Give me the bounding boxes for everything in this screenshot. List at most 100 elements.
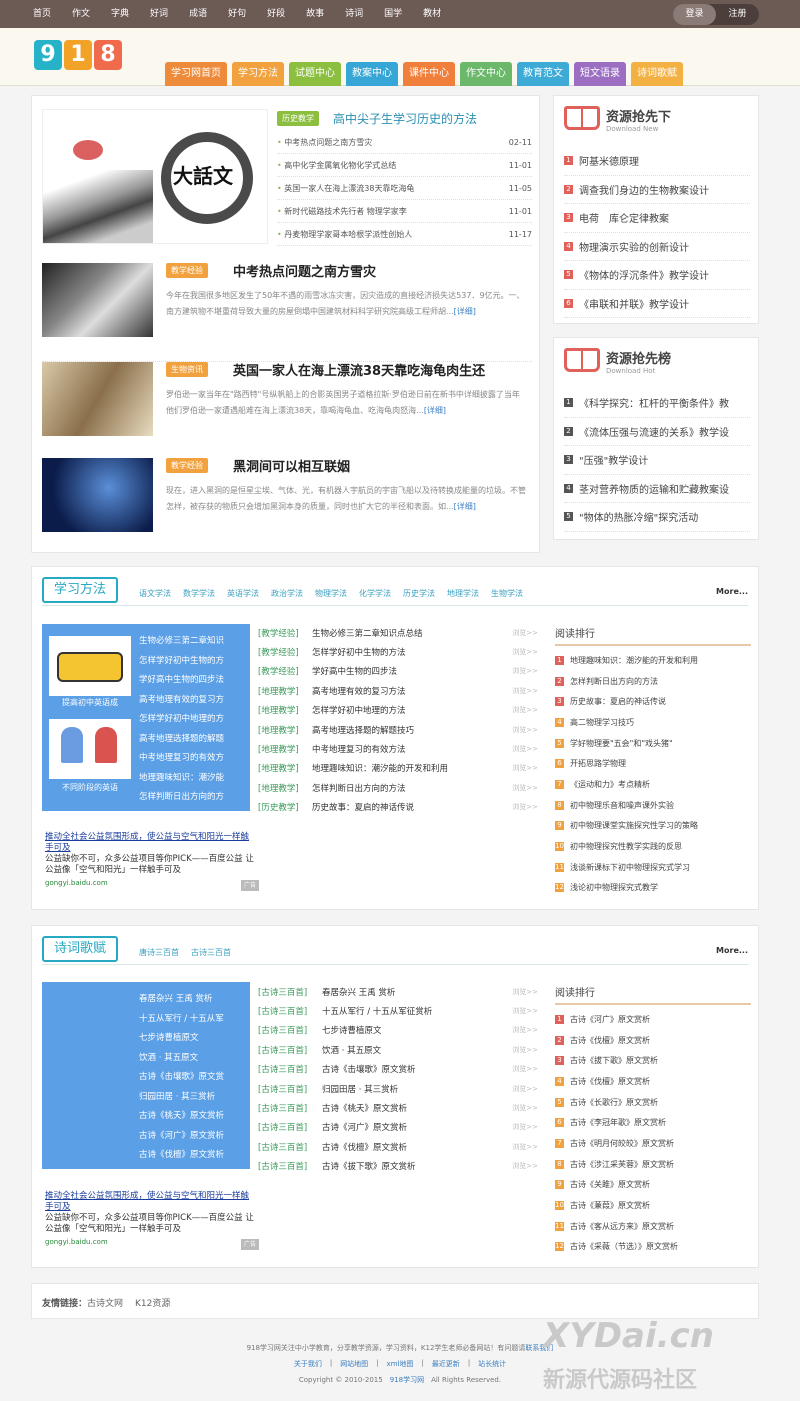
rank-item[interactable]: 4 古诗《伐檀》原文赏析 <box>555 1071 751 1092</box>
list-item[interactable]: 5 《物体的浮沉条件》教学设计 <box>564 261 750 290</box>
ad-url[interactable]: gongyi.baidu.com <box>45 878 255 889</box>
detail-link[interactable]: [详细] <box>424 406 446 415</box>
article-tag[interactable]: 生物资讯 <box>166 362 208 377</box>
rank-item[interactable]: 6 古诗《李冠年歌》原文赏析 <box>555 1112 751 1133</box>
list-item[interactable]: 新时代磁路技术先行者 物理学家李11-01 <box>277 200 532 223</box>
list-item[interactable]: [古诗三百首] 七步诗曹植原文 浏览>> <box>258 1021 538 1040</box>
list-item[interactable]: [历史教学] 历史故事：夏启的神话传说 浏览>> <box>258 798 538 817</box>
featured-link[interactable]: 归园田居 · 其三赏析 <box>139 1090 215 1102</box>
list-item[interactable]: [地理教学] 地理趣味知识：潮汐能的开发和利用 浏览>> <box>258 759 538 778</box>
list-item[interactable]: [古诗三百首] 古诗《河广》原文赏析 浏览>> <box>258 1118 538 1137</box>
section-link[interactable]: 语文学法 <box>139 588 171 599</box>
rank-item[interactable]: 11 浅谈新课标下初中物理探究式学习 <box>555 857 751 878</box>
featured-link[interactable]: 饮酒 · 其五原文 <box>139 1051 198 1063</box>
site-link[interactable]: 918学习网 <box>390 1376 424 1384</box>
featured-link[interactable]: 怎样学好初中生物的方 <box>139 654 224 666</box>
mainnav-item[interactable]: 短文语录 <box>574 62 626 86</box>
section-link[interactable]: 政治学法 <box>271 588 303 599</box>
list-item[interactable]: 英国一家人在海上漂流38天靠吃海龟11-05 <box>277 177 532 200</box>
headline-tag[interactable]: 历史教学 <box>277 111 319 126</box>
featured-thumb[interactable] <box>49 636 131 696</box>
article-tag[interactable]: 教学经验 <box>166 263 208 278</box>
list-item[interactable]: 4 茎对营养物质的运输和贮藏教案设 <box>564 475 750 503</box>
list-item[interactable]: [古诗三百首] 春居杂兴 王禹 赏析 浏览>> <box>258 982 538 1001</box>
list-item[interactable]: [古诗三百首] 归园田居 · 其三赏析 浏览>> <box>258 1079 538 1098</box>
list-item[interactable]: [地理教学] 高考地理有效的复习方法 浏览>> <box>258 681 538 700</box>
rank-item[interactable]: 10 初中物理探究性教学实践的反思 <box>555 836 751 857</box>
rank-item[interactable]: 8 初中物理乐音和噪声课外实验 <box>555 795 751 816</box>
topnav-item[interactable]: 教材 <box>423 0 441 28</box>
list-item[interactable]: [古诗三百首] 饮酒 · 其五原文 浏览>> <box>258 1040 538 1059</box>
featured-thumb[interactable] <box>49 719 131 779</box>
mainnav-item[interactable]: 教案中心 <box>346 62 398 86</box>
featured-link[interactable]: 地理趣味知识：潮汐能 <box>139 771 224 783</box>
rank-item[interactable]: 2 古诗《伐檀》原文赏析 <box>555 1030 751 1051</box>
list-item[interactable]: 3 电荷 库仑定律教案 <box>564 204 750 233</box>
footer-link[interactable]: 网站地图 <box>340 1359 368 1369</box>
featured-caption[interactable]: 提高初中英语成 <box>49 697 131 708</box>
topnav-item[interactable]: 国学 <box>384 0 402 28</box>
rank-item[interactable]: 6 开拓思路学物理 <box>555 753 751 774</box>
list-item[interactable]: 1 阿基米德原理 <box>564 147 750 176</box>
list-item[interactable]: [地理教学] 怎样判断日出方向的方法 浏览>> <box>258 778 538 797</box>
featured-link[interactable]: 高考地理选择题的解题 <box>139 732 224 744</box>
list-item[interactable]: [教学经验] 学好高中生物的四步法 浏览>> <box>258 662 538 681</box>
topnav-item[interactable]: 好词 <box>150 0 168 28</box>
rank-item[interactable]: 1 古诗《河广》原文赏析 <box>555 1009 751 1030</box>
article-title[interactable]: 英国一家人在海上漂流38天靠吃海龟肉生还 <box>233 360 485 379</box>
rank-item[interactable]: 2 怎样判断日出方向的方法 <box>555 671 751 692</box>
footer-link[interactable]: xml地图 <box>387 1359 414 1369</box>
rank-item[interactable]: 3 古诗《拔下歌》原文赏析 <box>555 1050 751 1071</box>
footer-link[interactable]: 关于我们 <box>294 1359 322 1369</box>
topnav-item[interactable]: 好句 <box>228 0 246 28</box>
section-link[interactable]: 地理学法 <box>447 588 479 599</box>
article-title[interactable]: 中考热点问题之南方雪灾 <box>233 261 376 280</box>
section-link[interactable]: 唐诗三百首 <box>139 947 179 958</box>
article-title[interactable]: 黑洞间可以相互联姻 <box>233 456 350 475</box>
featured-link[interactable]: 中考地理复习的有效方 <box>139 751 224 763</box>
article-tag[interactable]: 教学经验 <box>166 458 208 473</box>
section-link[interactable]: 物理学法 <box>315 588 347 599</box>
ad-url[interactable]: gongyi.baidu.com <box>45 1237 255 1248</box>
headline-title[interactable]: 高中尖子生学习历史的方法 <box>333 110 477 127</box>
list-item[interactable]: [地理教学] 怎样学好初中地理的方法 浏览>> <box>258 701 538 720</box>
featured-link[interactable]: 古诗《击壤歌》原文赏 <box>139 1070 224 1082</box>
article-thumbnail[interactable] <box>42 263 153 337</box>
list-item[interactable]: 5 "物体的热胀冷缩"探究活动 <box>564 503 750 532</box>
featured-link[interactable]: 七步诗曹植原文 <box>139 1031 199 1043</box>
topnav-item[interactable]: 好段 <box>267 0 285 28</box>
mainnav-item[interactable]: 作文中心 <box>460 62 512 86</box>
list-item[interactable]: 高中化学金属氧化物化学式总结11-01 <box>277 154 532 177</box>
rank-item[interactable]: 7 古诗《明月何皎皎》原文赏析 <box>555 1133 751 1154</box>
list-item[interactable]: [古诗三百首] 古诗《击壤歌》原文赏析 浏览>> <box>258 1060 538 1079</box>
detail-link[interactable]: [详细] <box>454 307 476 316</box>
topnav-item[interactable]: 故事 <box>306 0 324 28</box>
section-link[interactable]: 古诗三百首 <box>191 947 231 958</box>
list-item[interactable]: 2 《流体压强与流速的关系》教学设 <box>564 418 750 446</box>
section-title[interactable]: 学习方法 <box>42 577 119 603</box>
list-item[interactable]: [古诗三百首] 古诗《拔下歌》原文赏析 浏览>> <box>258 1157 538 1176</box>
mainnav-item[interactable]: 诗词歌赋 <box>631 62 683 86</box>
section-link[interactable]: 化学学法 <box>359 588 391 599</box>
featured-link[interactable]: 怎样学好初中地理的方 <box>139 712 224 724</box>
register-button[interactable]: 注册 <box>716 4 759 25</box>
footer-link[interactable]: 站长统计 <box>478 1359 506 1369</box>
list-item[interactable]: 2 调查我们身边的生物教案设计 <box>564 176 750 204</box>
topnav-item[interactable]: 诗词 <box>345 0 363 28</box>
list-item[interactable]: 4 物理演示实验的创新设计 <box>564 233 750 261</box>
list-item[interactable]: 6 《串联和并联》教学设计 <box>564 290 750 318</box>
list-item[interactable]: [教学经验] 生物必修三第二章知识点总结 浏览>> <box>258 623 538 642</box>
mainnav-item[interactable]: 学习方法 <box>232 62 284 86</box>
section-link[interactable]: 英语学法 <box>227 588 259 599</box>
featured-image[interactable]: 大話文 <box>42 109 268 244</box>
section-link[interactable]: 历史学法 <box>403 588 435 599</box>
ad-block[interactable]: 推动全社会公益氛围形成，使公益与空气和阳光一样触手可及 公益缺你不可，众多公益项… <box>45 832 259 891</box>
site-logo[interactable]: 9 1 8 <box>34 40 124 70</box>
topnav-item[interactable]: 首页 <box>33 0 51 28</box>
list-item[interactable]: [教学经验] 怎样学好初中生物的方法 浏览>> <box>258 642 538 661</box>
ad-block[interactable]: 推动全社会公益氛围形成，使公益与空气和阳光一样触手可及 公益缺你不可，众多公益项… <box>45 1191 259 1250</box>
rank-item[interactable]: 12 古诗《采薇（节选）》原文赏析 <box>555 1237 751 1258</box>
featured-link[interactable]: 生物必修三第二章知识 <box>139 634 224 646</box>
topnav-item[interactable]: 作文 <box>72 0 90 28</box>
list-item[interactable]: [古诗三百首] 古诗《桃夭》原文赏析 浏览>> <box>258 1098 538 1117</box>
